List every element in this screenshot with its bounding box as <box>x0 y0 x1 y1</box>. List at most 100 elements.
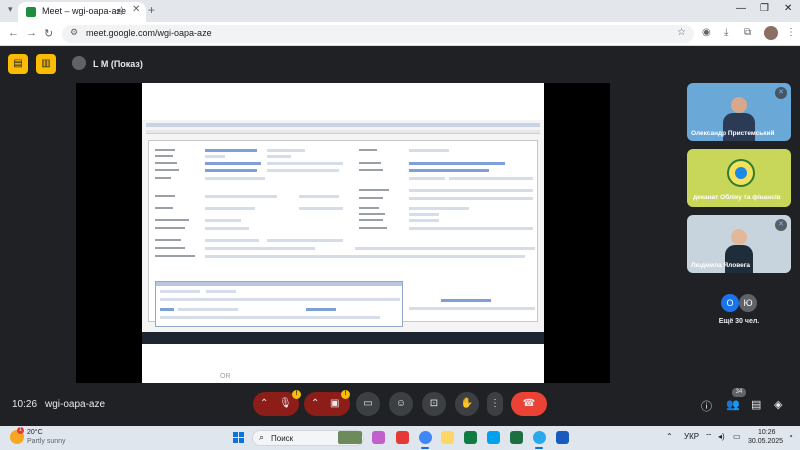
maximize-window-icon[interactable]: ❐ <box>760 3 769 14</box>
notifications-icon[interactable]: ◔ <box>788 432 793 441</box>
reactions-button[interactable]: ☺ <box>389 392 413 416</box>
inner-taskbar <box>142 332 544 344</box>
chrome-icon[interactable] <box>419 431 432 444</box>
search-highlight-icon[interactable] <box>338 431 362 444</box>
more-options-button[interactable]: ⋮ <box>487 392 503 416</box>
copilot-icon[interactable] <box>372 431 385 444</box>
meet-favicon-icon <box>26 7 36 17</box>
input-language[interactable]: УКР <box>684 432 699 441</box>
presenter-label: L M (Показ) <box>93 59 143 69</box>
people-icon[interactable]: 👥 <box>726 398 740 411</box>
weather-condition[interactable]: Partly sunny <box>27 438 66 445</box>
audio-playing-icon[interactable]: ◂) <box>116 5 124 16</box>
participant-tile-2[interactable]: деканат Обліку та фінансів <box>687 149 791 207</box>
skype-icon[interactable] <box>487 431 500 444</box>
participant-name: деканат Обліку та фінансів <box>693 194 781 201</box>
participant-avatar: Ю <box>739 294 757 312</box>
emoji-icon: ☺ <box>395 398 407 409</box>
browser-tab-meet[interactable]: Meet – wgi-oapa-aze ◂) ✕ <box>18 2 146 22</box>
battery-icon[interactable]: ▭ <box>733 432 741 441</box>
weather-temperature[interactable]: 20°C <box>27 429 43 436</box>
site-info-icon[interactable]: ⚙ <box>70 27 78 38</box>
participant-tile-3[interactable]: ✕ Людмила Яловега <box>687 215 791 273</box>
mic-warning-badge: ! <box>292 390 301 399</box>
meeting-code: wgi-oapa-aze <box>45 399 106 410</box>
present-screen-button[interactable]: ⊡ <box>422 392 446 416</box>
word-icon[interactable] <box>556 431 569 444</box>
chevron-up-icon[interactable]: ⌃ <box>260 392 268 416</box>
volume-icon[interactable]: ◂) <box>718 432 725 441</box>
camera-off-icon[interactable]: ▣ <box>330 392 339 416</box>
hang-up-icon: ☎ <box>522 398 536 409</box>
present-icon: ⊡ <box>429 398 439 409</box>
download-icon[interactable]: ⤓ <box>724 27 728 38</box>
browser-toolbar: ← → ↻ ⚙ meet.google.com/wgi-oapa-aze ☆ ◉… <box>0 22 800 46</box>
spreadsheet-icon[interactable] <box>464 431 477 444</box>
new-tab-icon[interactable]: + <box>148 3 155 17</box>
pin-presentation-icon[interactable]: ▥ <box>36 54 56 74</box>
active-app-indicator <box>421 447 429 449</box>
wifi-icon[interactable]: ⌔ <box>705 432 713 442</box>
app-toolbar <box>146 130 540 134</box>
address-bar-url[interactable]: meet.google.com/wgi-oapa-aze <box>86 28 212 38</box>
bookmark-star-icon[interactable]: ☆ <box>677 27 686 38</box>
excel-icon[interactable] <box>510 431 523 444</box>
browser-menu-icon[interactable]: ⋮ <box>786 27 796 38</box>
layout-toggle-icon[interactable]: ▤ <box>8 54 28 74</box>
file-explorer-icon[interactable] <box>441 431 454 444</box>
shared-screen-content: OR <box>142 83 544 383</box>
anydesk-icon[interactable] <box>396 431 409 444</box>
extensions-puzzle-icon[interactable]: ⧉ <box>744 27 751 38</box>
meeting-info-icon[interactable]: ⓘ <box>701 398 712 414</box>
more-participants-label[interactable]: Ещё 30 чел. <box>687 318 791 325</box>
windows-start-icon[interactable] <box>233 432 245 444</box>
participant-name: Олександр Пристемський <box>691 130 775 137</box>
accounting-app-screenshot <box>142 120 544 344</box>
leave-call-button[interactable]: ☎ <box>511 392 547 416</box>
meet-call-area: ▤ ▥ L M (Показ) OR ✕ Олександр Пристемсь… <box>0 46 800 426</box>
extension-icon[interactable]: ◉ <box>702 27 711 38</box>
active-app-indicator <box>535 447 543 449</box>
mic-off-icon: ✕ <box>775 219 787 231</box>
address-bar[interactable]: ⚙ meet.google.com/wgi-oapa-aze ☆ <box>62 25 694 43</box>
participant-count-badge: 34 <box>732 388 746 397</box>
faculty-logo <box>727 159 755 187</box>
raise-hand-button[interactable]: ✋ <box>455 392 479 416</box>
chevron-up-icon[interactable]: ⌃ <box>311 392 319 416</box>
camera-warning-badge: ! <box>341 390 350 399</box>
tray-overflow-icon[interactable]: ⌃ <box>666 432 673 441</box>
taskbar-clock-time[interactable]: 10:26 <box>758 429 776 436</box>
windows-taskbar: 1 20°C Partly sunny ⌕ Поиск ⌃ УКР ⌔ ◂) ▭… <box>0 426 800 450</box>
nested-subwindow <box>155 281 403 327</box>
document-form <box>148 140 538 327</box>
close-window-icon[interactable]: ✕ <box>784 3 792 14</box>
weather-notification-badge: 1 <box>17 427 24 434</box>
tab-close-icon[interactable]: ✕ <box>132 4 140 15</box>
participant-avatar: О <box>721 294 739 312</box>
mic-off-icon[interactable]: 🎙 <box>279 392 292 416</box>
mic-off-icon: ✕ <box>775 87 787 99</box>
minimize-window-icon[interactable]: — <box>736 3 746 14</box>
captions-button[interactable]: ▭ <box>356 392 380 416</box>
activities-icon[interactable]: ◈ <box>774 398 782 411</box>
tab-title: Meet – wgi-oapa-aze <box>42 6 127 16</box>
search-icon: ⌕ <box>259 432 265 442</box>
reload-icon[interactable]: ↻ <box>44 27 53 40</box>
browser-tab-strip: ▾ Meet – wgi-oapa-aze ◂) ✕ + — ❐ ✕ <box>0 0 800 22</box>
tab-search-icon[interactable]: ▾ <box>8 4 13 15</box>
taskbar-clock-date[interactable]: 30.05.2025 <box>748 438 783 445</box>
shared-screen-stage: OR <box>76 83 610 383</box>
back-icon[interactable]: ← <box>8 27 19 39</box>
presenter-avatar <box>72 56 86 70</box>
app-title-bar <box>146 123 540 127</box>
captions-icon: ▭ <box>363 398 373 409</box>
forward-icon[interactable]: → <box>26 27 37 39</box>
profile-avatar[interactable] <box>764 26 778 40</box>
telegram-icon[interactable] <box>533 431 546 444</box>
participant-tile-1[interactable]: ✕ Олександр Пристемський <box>687 83 791 141</box>
chat-icon[interactable]: ▤ <box>751 398 761 411</box>
hand-icon: ✋ <box>460 398 474 409</box>
presentation-zoom-label[interactable]: OR <box>220 373 231 380</box>
more-vert-icon: ⋮ <box>490 398 500 409</box>
meeting-time: 10:26 <box>12 399 38 410</box>
